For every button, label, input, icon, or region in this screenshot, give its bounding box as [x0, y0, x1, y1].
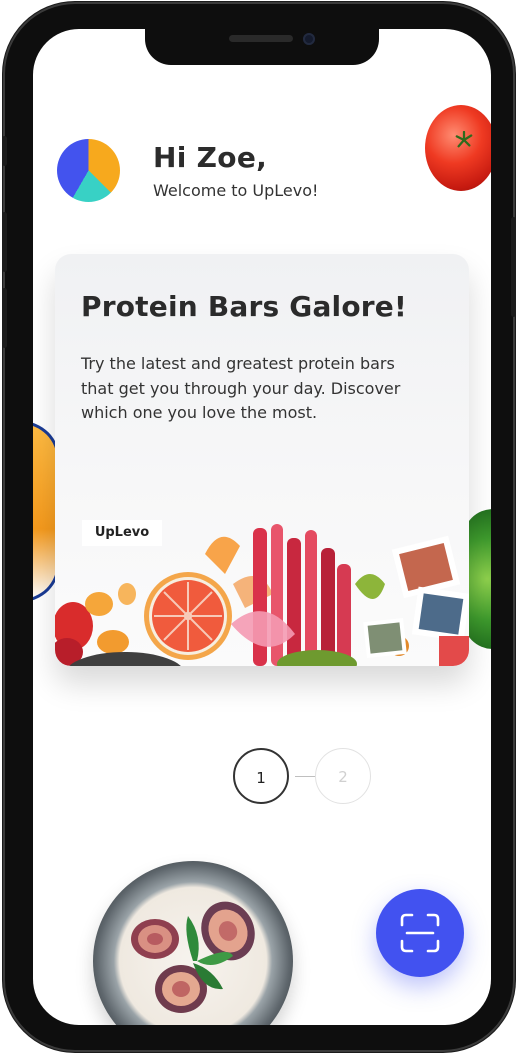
side-button-silent — [2, 136, 7, 166]
notch — [145, 29, 379, 65]
promo-card[interactable]: Protein Bars Galore! Try the latest and … — [55, 254, 469, 666]
greeting-title: Hi Zoe, — [153, 141, 268, 174]
card-title: Protein Bars Galore! — [81, 290, 407, 323]
front-camera — [303, 33, 315, 45]
tomato-decoration — [425, 105, 491, 191]
side-button-power — [511, 217, 516, 317]
pager-page-2[interactable]: 2 — [315, 748, 371, 804]
phone-frame: Hi Zoe, Welcome to UpLevo! Protein Bars … — [2, 2, 516, 1052]
speaker-grille — [229, 35, 293, 42]
uplevo-logo — [57, 139, 120, 202]
pager-page-1[interactable]: 1 — [233, 748, 289, 804]
brand-tag: UpLevo — [82, 520, 162, 546]
scan-button[interactable] — [376, 889, 464, 977]
yogurt-bowl-decoration — [93, 861, 293, 1025]
side-button-volume-up — [2, 212, 7, 272]
app-screen: Hi Zoe, Welcome to UpLevo! Protein Bars … — [33, 29, 491, 1025]
side-button-volume-down — [2, 288, 7, 348]
card-description: Try the latest and greatest protein bars… — [81, 354, 401, 422]
scan-icon — [400, 913, 440, 953]
welcome-subtitle: Welcome to UpLevo! — [153, 181, 319, 200]
